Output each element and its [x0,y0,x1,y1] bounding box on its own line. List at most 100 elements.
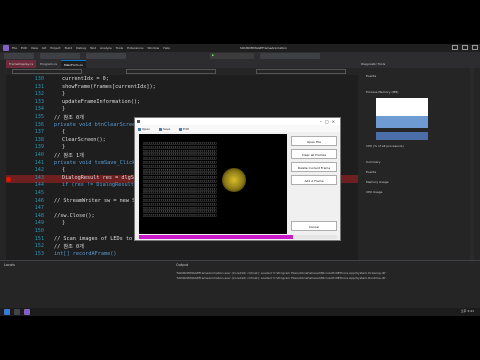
menu-item[interactable]: Tools [116,46,123,50]
visual-studio-taskbar-icon[interactable] [24,309,30,315]
code-line[interactable]: 153 int[] recordAFrame() [6,251,358,259]
app-icon [137,120,140,123]
line-number: 133 [34,98,44,105]
ide-window-title: SOURCEIMAGEFrameAnimation [240,46,287,50]
line-text: { [62,129,66,136]
document-tab[interactable]: MainForm.cs [60,60,86,68]
search-icon[interactable] [14,309,20,315]
windows-taskbar: 오후 3:41 [0,308,480,316]
member-dropdown[interactable] [256,69,346,74]
delete-current-frame-button[interactable]: Delete Current Frame [291,162,337,172]
open-file-button[interactable]: Open File [291,136,337,146]
app-menu-bar: Open Save Edit [135,125,340,132]
progress-bar [139,235,337,239]
locals-panel-title[interactable]: Locals [4,263,15,267]
line-text: // 참조 0개 [54,115,84,121]
window-controls [452,45,478,50]
line-number: 147 [34,205,44,212]
line-text: } [62,91,66,98]
line-number: 139 [34,144,44,151]
menu-item[interactable]: Window [147,46,159,50]
diagnostic-label[interactable]: Summary [366,160,381,164]
start-icon[interactable] [4,309,10,315]
menu-item[interactable]: Help [163,46,170,50]
close-button[interactable] [472,45,478,50]
toolbar-platform-dropdown[interactable] [86,53,126,59]
breakpoint-icon[interactable] [6,176,11,182]
line-number: 132 [34,91,44,98]
line-number: 140 [34,152,44,158]
diagnostic-label: Events [366,74,377,78]
line-text: updateFrameInformation(); [62,98,141,105]
diagnostic-tools-pane: Diagnostic Tools Events Process Memory (M… [358,60,480,260]
diagnostic-scrollbar[interactable] [470,68,474,260]
memory-fill [376,116,428,128]
menu-open[interactable]: Open [138,127,150,131]
open-icon [138,127,141,131]
class-dropdown[interactable] [126,69,216,74]
app-window-controls[interactable]: –□× [320,119,338,124]
output-line: 'SOURCEIMAGEFrameAnimation.exe' (CoreCLR… [176,271,387,275]
video-letterbox-bottom [0,316,480,360]
line-number: 146 [34,197,44,204]
line-text: { [62,167,66,174]
line-number: 135 [34,114,44,120]
menu-item[interactable]: Analyze [100,46,112,50]
line-text: int[] recordAFrame() [54,250,117,257]
output-panel-title[interactable]: Output [176,263,188,267]
document-tab[interactable]: Program.cs [37,60,60,68]
mouse-cursor-highlight [222,168,246,192]
menu-item[interactable]: Project [50,46,60,50]
clear-all-frames-button[interactable]: Clear all Frames [291,149,337,159]
line-text: currentIdx = 0; [62,76,109,82]
menu-save[interactable]: Save [159,127,170,131]
menu-item[interactable]: Test [90,46,96,50]
menu-item[interactable]: Git [42,46,46,50]
diagnostic-label: CPU (% of all processors) [366,144,404,148]
ide-toolbar: ▶ [0,52,480,60]
menu-item[interactable]: File [12,46,17,50]
cpu-chart [376,132,428,140]
line-text: } [62,220,66,227]
project-dropdown[interactable] [12,69,82,74]
line-number: 148 [34,212,44,219]
line-number: 149 [34,220,44,227]
maximize-button[interactable] [462,45,468,50]
add-a-frame-button[interactable]: Add A Frame [291,175,337,185]
line-number: 141 [34,159,44,166]
menu-item[interactable]: Extensions [127,46,143,50]
line-number: 152 [34,243,44,250]
taskbar-clock: 오후 3:41 [460,309,474,313]
menu-item[interactable]: Debug [76,46,86,50]
line-number: 137 [34,129,44,136]
visual-studio-logo-icon [3,45,9,51]
line-number: 131 [34,83,44,90]
edit-icon [179,127,182,131]
diagnostic-label[interactable]: Memory Usage [366,180,389,184]
toolbar-config-dropdown[interactable] [40,53,80,59]
line-text: } [62,144,66,151]
process-memory-chart [376,98,428,128]
diagnostic-tools-tab[interactable]: Diagnostic Tools [358,60,480,68]
led-frame-canvas[interactable]: □□□□□□□□□□□□□□□□□□□□□□□□□□□□□□□□□□□□ □□□… [139,134,287,234]
document-tabs: FrameDisplay.cs Program.cs MainForm.cs [6,60,358,68]
menu-item[interactable]: View [31,46,38,50]
line-number: 153 [34,250,44,257]
line-number: 134 [34,106,44,113]
line-number: 144 [34,182,44,189]
toolbar-debug-buttons[interactable] [260,53,320,59]
menu-edit[interactable]: Edit [179,127,189,131]
cancel-button[interactable]: Cancel [291,221,337,231]
toolbar-nav-buttons[interactable] [4,53,34,59]
ide-title-bar: File Edit View Git Project Build Debug Test Anal… [0,44,480,52]
line-number: 138 [34,136,44,143]
continue-button[interactable]: ▶ [210,53,254,59]
diagnostic-label[interactable]: CPU Usage [366,190,382,194]
minimize-button[interactable] [452,45,458,50]
diagnostic-label[interactable]: Events [366,170,376,174]
save-icon [159,127,162,131]
document-tab[interactable]: FrameDisplay.cs [6,60,37,68]
led-grid: □□□□□□□□□□□□□□□□□□□□□□□□□□□□□□□□□□□□ □□□… [143,142,217,218]
menu-item[interactable]: Build [65,46,73,50]
menu-item[interactable]: Edit [21,46,27,50]
